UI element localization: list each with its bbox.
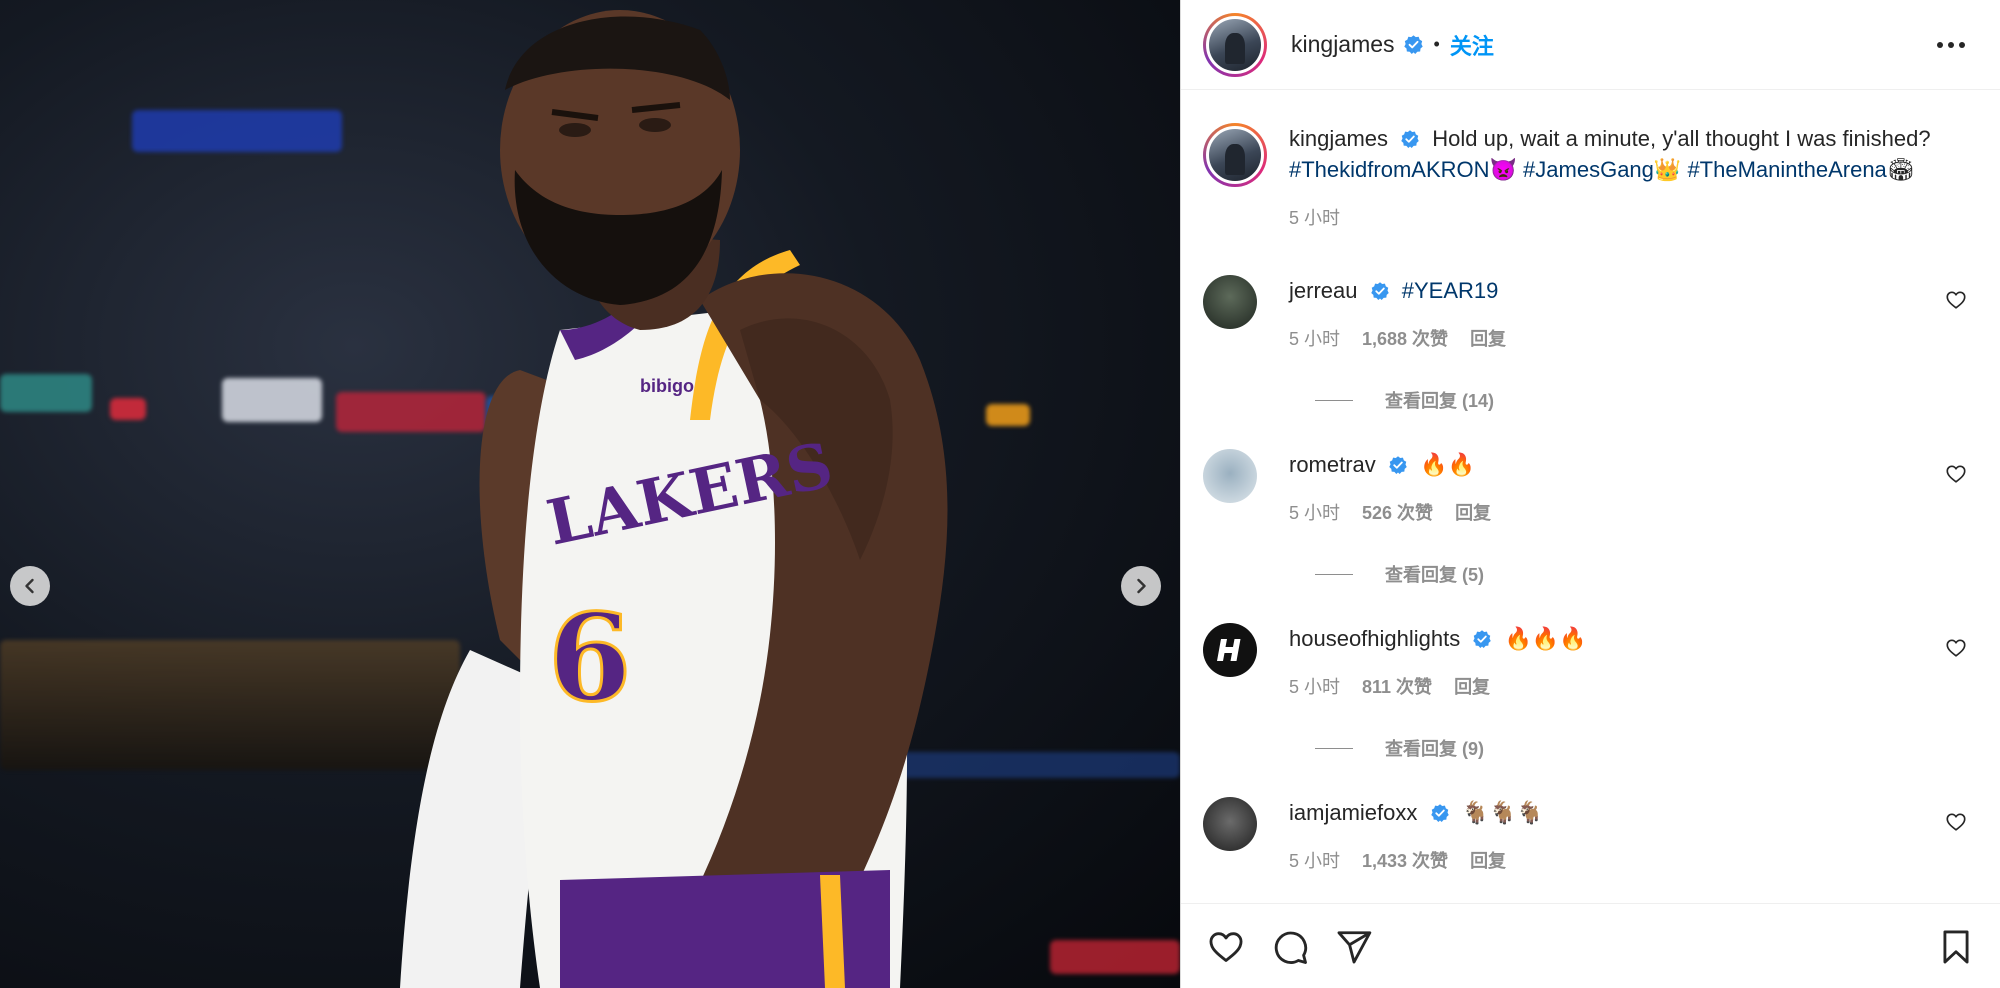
next-photo-button[interactable]: [1121, 566, 1161, 606]
more-options-button[interactable]: [1934, 30, 1968, 60]
comment-text: 🔥🔥: [1420, 452, 1475, 477]
comment-text[interactable]: #YEAR19: [1402, 278, 1499, 303]
heart-icon[interactable]: [1945, 811, 1967, 833]
comment-likes[interactable]: 811 次赞: [1362, 672, 1432, 703]
emoji-stadium: 🏟: [1886, 157, 1915, 182]
bookmark-icon[interactable]: [1937, 928, 1975, 966]
verified-badge-icon: [1473, 630, 1492, 648]
comment-likes[interactable]: 1,433 次赞: [1362, 846, 1448, 877]
jersey-number-text: 6: [548, 588, 632, 729]
view-replies-label: 查看回复 (9): [1385, 739, 1484, 759]
hashtag-link[interactable]: #JamesGang: [1523, 157, 1654, 182]
view-replies-button[interactable]: 查看回复 (5): [1315, 561, 1484, 587]
heart-icon[interactable]: [1945, 637, 1967, 659]
comment-timestamp[interactable]: 5 小时: [1289, 846, 1340, 877]
commenter-username[interactable]: houseofhighlights: [1289, 626, 1460, 651]
hashtag-link[interactable]: #TheManintheArena: [1687, 157, 1886, 182]
emoji-crown: 👑: [1653, 157, 1682, 182]
heart-icon[interactable]: [1945, 289, 1967, 311]
send-icon[interactable]: [1335, 928, 1373, 966]
caption-author-avatar[interactable]: [1203, 123, 1267, 187]
author-avatar[interactable]: [1203, 12, 1267, 77]
more-horizontal-icon: [1937, 42, 1965, 48]
jersey-patch-text: bibigo: [640, 376, 694, 396]
emoji-devil: 👿: [1489, 157, 1517, 182]
comment-timestamp[interactable]: 5 小时: [1289, 498, 1340, 529]
post-header: kingjames • 关注: [1181, 0, 2000, 90]
commenter-avatar[interactable]: [1203, 623, 1257, 677]
post-photo[interactable]: LAKERS 6 bibigo: [0, 0, 1180, 988]
post-detail-panel: kingjames • 关注 kingjames Hold up, wait a…: [1180, 0, 2000, 988]
post-action-bar: [1181, 903, 2000, 988]
comment-text: 🐐🐐🐐: [1461, 800, 1544, 825]
chevron-left-icon: [25, 578, 34, 594]
comment-timestamp[interactable]: 5 小时: [1289, 324, 1340, 355]
commenter-username[interactable]: iamjamiefoxx: [1289, 800, 1417, 825]
separator-dot: •: [1433, 34, 1440, 54]
comment-likes[interactable]: 1,688 次赞: [1362, 324, 1448, 355]
comment-text: 🔥🔥🔥: [1504, 626, 1587, 651]
caption-text: Hold up, wait a minute, y'all thought I …: [1432, 126, 1931, 151]
view-replies-button[interactable]: 查看回复 (9): [1315, 735, 1484, 761]
comment-timestamp[interactable]: 5 小时: [1289, 672, 1340, 703]
caption-timestamp[interactable]: 5 小时: [1289, 203, 1340, 234]
hashtag-link[interactable]: #ThekidfromAKRON: [1289, 157, 1490, 182]
author-username[interactable]: kingjames: [1291, 31, 1395, 58]
reply-button[interactable]: 回复: [1470, 324, 1506, 355]
commenter-avatar[interactable]: [1203, 797, 1257, 851]
comment-icon[interactable]: [1271, 928, 1309, 966]
verified-badge-icon: [1401, 130, 1419, 148]
verified-badge-icon: [1430, 804, 1449, 822]
reply-button[interactable]: 回复: [1455, 498, 1491, 529]
reply-button[interactable]: 回复: [1454, 672, 1490, 703]
comment-likes[interactable]: 526 次赞: [1362, 498, 1433, 529]
reply-button[interactable]: 回复: [1470, 846, 1506, 877]
header-user: kingjames • 关注: [1291, 29, 1494, 61]
heart-icon[interactable]: [1945, 463, 1967, 485]
heart-icon[interactable]: [1207, 928, 1245, 966]
caption-username[interactable]: kingjames: [1289, 126, 1388, 151]
commenter-username[interactable]: rometrav: [1289, 452, 1376, 477]
verified-badge-icon: [1403, 35, 1423, 54]
commenter-avatar[interactable]: [1203, 449, 1257, 503]
view-replies-label: 查看回复 (5): [1385, 565, 1484, 585]
commenter-avatar[interactable]: [1203, 275, 1257, 329]
verified-badge-icon: [1370, 282, 1389, 300]
houseofhighlights-logo-icon: [1217, 639, 1241, 661]
player-figure: LAKERS 6 bibigo: [400, 10, 948, 988]
commenter-username[interactable]: jerreau: [1289, 278, 1357, 303]
chevron-right-icon: [1137, 578, 1146, 594]
comments-list[interactable]: kingjames Hold up, wait a minute, y'all …: [1181, 91, 2000, 902]
view-replies-button[interactable]: 查看回复 (14): [1315, 387, 1494, 413]
verified-badge-icon: [1389, 456, 1407, 474]
follow-button[interactable]: 关注: [1450, 29, 1494, 61]
view-replies-label: 查看回复 (14): [1385, 391, 1495, 411]
previous-photo-button[interactable]: [10, 566, 50, 606]
